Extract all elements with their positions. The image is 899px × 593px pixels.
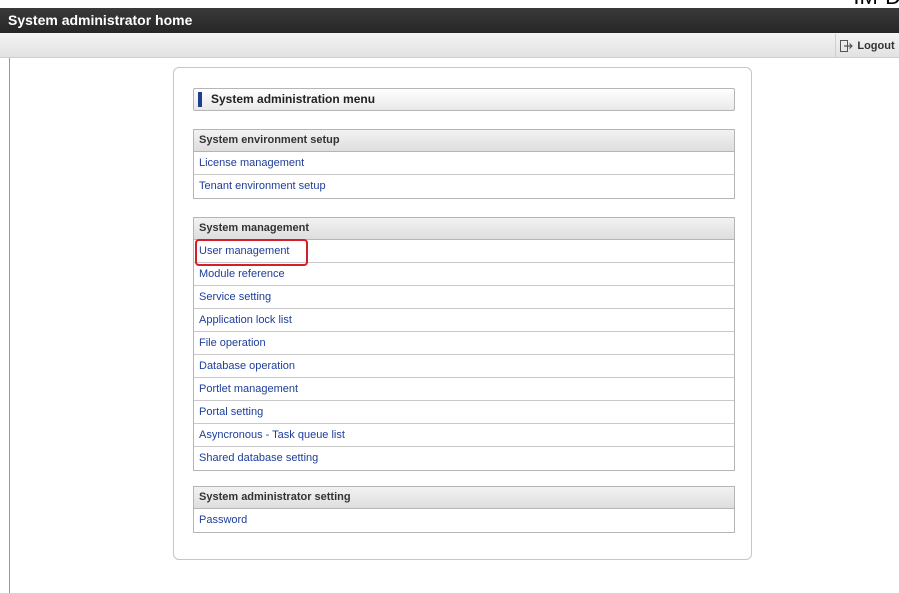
title-accent-bar [198,92,202,107]
logout-icon [840,40,854,52]
page-title: System administrator home [8,12,193,28]
left-divider [9,58,10,593]
menu-title-text: System administration menu [211,92,376,106]
menu-item-file-operation[interactable]: File operation [194,332,734,355]
logout-label: Logout [857,40,895,52]
section-system-environment-setup: System environment setup License managem… [193,129,735,199]
menu-item-module-reference[interactable]: Module reference [194,263,734,286]
menu-item-password[interactable]: Password [194,509,734,532]
section-header: System management [194,218,734,240]
menu-item-license-management[interactable]: License management [194,152,734,175]
menu-item-user-management[interactable]: User management [194,239,734,266]
menu-item-task-queue-list[interactable]: Asyncronous - Task queue list [194,424,734,447]
menu-item-tenant-environment-setup[interactable]: Tenant environment setup [194,175,734,198]
section-system-management: System management User management Module… [193,217,735,471]
section-header: System environment setup [194,130,734,152]
section-header: System administrator setting [194,487,734,509]
menu-item-service-setting[interactable]: Service setting [194,286,734,309]
admin-menu-panel: System administration menu System enviro… [173,67,752,560]
logout-button[interactable]: Logout [835,34,899,58]
menu-item-application-lock-list[interactable]: Application lock list [194,309,734,332]
menu-item-database-operation[interactable]: Database operation [194,355,734,378]
toolbar: Logout [0,33,899,58]
corner-logo-text: IM-D [853,0,899,8]
menu-item-portal-setting[interactable]: Portal setting [194,401,734,424]
app-header: System administrator home [0,8,899,33]
section-system-administrator-setting: System administrator setting Password [193,486,735,533]
menu-item-portlet-management[interactable]: Portlet management [194,378,734,401]
menu-item-shared-database-setting[interactable]: Shared database setting [194,447,734,470]
menu-title: System administration menu [193,88,735,111]
